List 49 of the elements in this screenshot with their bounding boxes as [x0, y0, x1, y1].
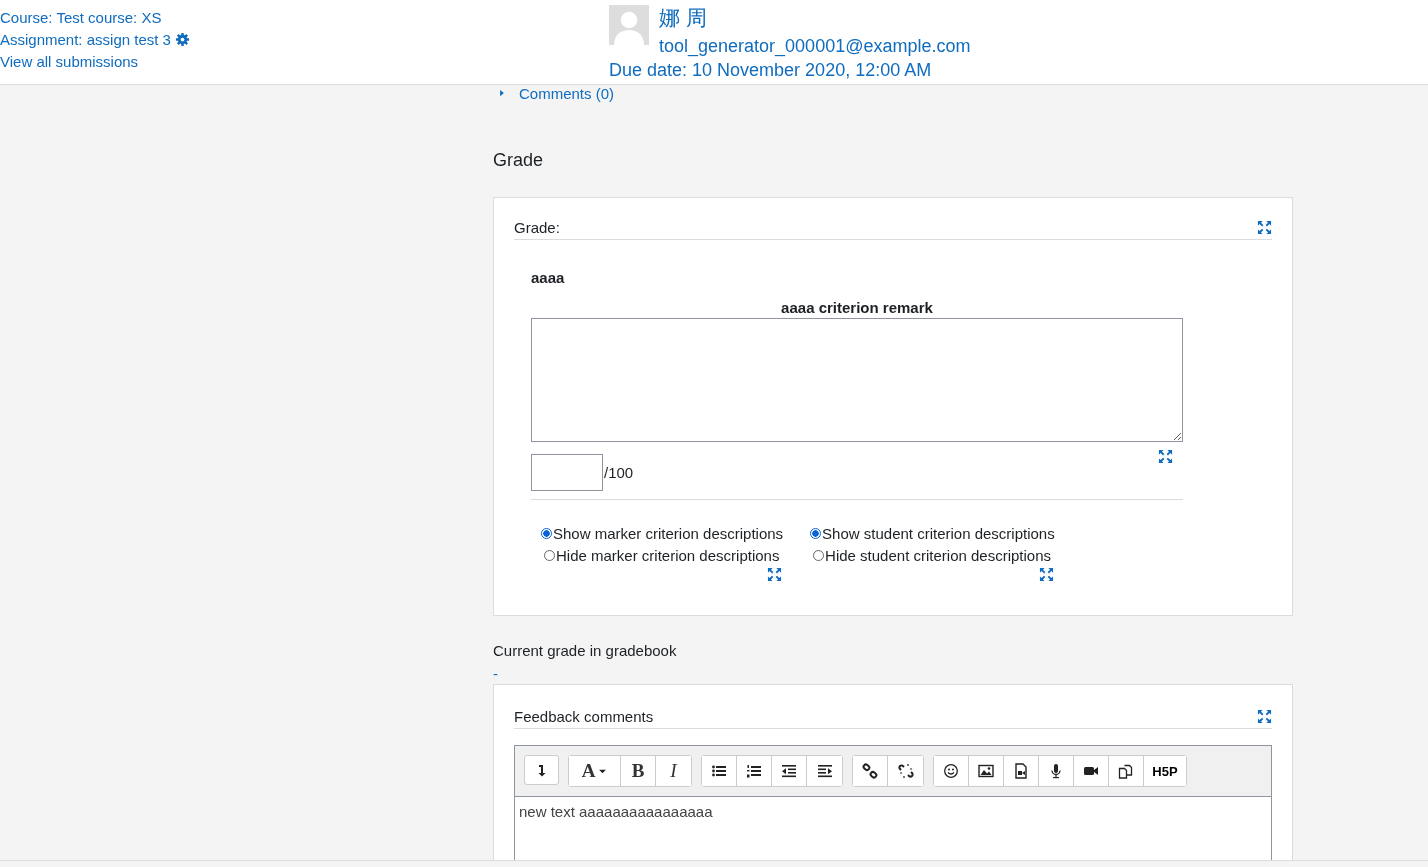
- section-heading: Grade: [493, 150, 544, 171]
- toolbar-icon: [816, 763, 833, 779]
- toolbar-button[interactable]: [524, 755, 559, 785]
- user-name-link[interactable]: 娜 周: [659, 5, 971, 31]
- toolbar-icon: [1118, 763, 1134, 779]
- radio-button[interactable]: [810, 527, 822, 539]
- radio-label: Show marker criterion descriptions: [553, 524, 784, 542]
- toolbar-icon: [746, 763, 762, 779]
- user-email-link[interactable]: tool_generator_000001@example.com: [659, 35, 971, 57]
- avatar-icon: [609, 5, 649, 45]
- field-label: Feedback comments: [514, 707, 654, 725]
- toolbar-button[interactable]: [702, 756, 737, 786]
- due-date: Due date: 10 November 2020, 12:00 AM: [609, 59, 933, 81]
- max-score: /100: [604, 464, 634, 481]
- radio-label: Hide student criterion descriptions: [825, 546, 1052, 564]
- toolbar-icon: [1013, 763, 1029, 779]
- radio-option[interactable]: Hide student criterion descriptions: [809, 544, 1055, 566]
- breadcrumb-link[interactable]: Course: Test course: XS: [0, 8, 162, 26]
- radio-option[interactable]: Hide marker criterion descriptions: [540, 544, 784, 566]
- toolbar-icon: [711, 763, 727, 779]
- breadcrumb-link[interactable]: Assignment: assign test 3: [0, 30, 171, 48]
- expand-icon: [1158, 449, 1173, 464]
- radio-label: Show student criterion descriptions: [822, 524, 1055, 542]
- radio-option[interactable]: Show marker criterion descriptions: [540, 522, 784, 544]
- grade-value-link[interactable]: -: [493, 667, 498, 681]
- remark-field[interactable]: [531, 318, 1183, 442]
- expand-icon: [1038, 567, 1054, 582]
- radio-label: Hide marker criterion descriptions: [556, 546, 780, 564]
- expand-icon: [1257, 219, 1272, 235]
- toolbar-icon: [862, 763, 878, 779]
- field-label: Grade:: [514, 218, 560, 236]
- toolbar-icon: [897, 763, 914, 779]
- toolbar-icon: [781, 763, 797, 779]
- expand-icon: [1257, 708, 1272, 724]
- criterion-title: aaaa: [531, 269, 566, 286]
- toolbar-button[interactable]: A: [569, 756, 621, 786]
- toolbar-button[interactable]: [853, 756, 888, 786]
- score-field[interactable]: [531, 454, 603, 491]
- section-label: Current grade in gradebook: [493, 642, 677, 659]
- radio-button[interactable]: [541, 527, 552, 539]
- comments-toggle[interactable]: Comments (0): [497, 85, 615, 101]
- gear-icon: [174, 31, 190, 47]
- toolbar-icon: [978, 763, 994, 779]
- toolbar-icon: [943, 763, 959, 779]
- remark-label: aaaa criterion remark: [780, 299, 934, 316]
- breadcrumb-link[interactable]: View all submissions: [0, 52, 139, 70]
- expand-icon: [767, 567, 783, 582]
- toolbar-button[interactable]: [934, 756, 969, 786]
- radio-option[interactable]: Show student criterion descriptions: [809, 522, 1055, 544]
